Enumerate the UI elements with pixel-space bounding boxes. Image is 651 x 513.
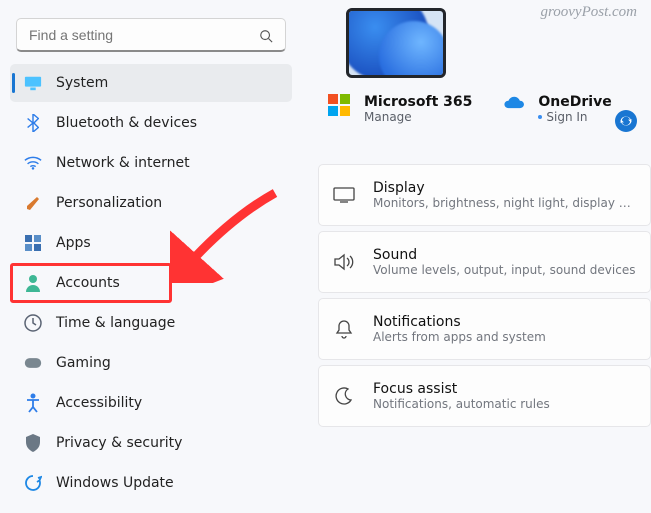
watermark: groovyPost.com [540, 4, 637, 21]
shield-icon [24, 434, 42, 452]
person-icon [24, 274, 42, 292]
card-title: Focus assist [373, 381, 550, 397]
monitor-icon [24, 74, 42, 92]
sidebar-item-label: System [56, 75, 108, 91]
onedrive-icon [502, 94, 528, 120]
main-panel: groovyPost.com Microsoft 365 Manage OneD… [310, 0, 651, 513]
display-icon [333, 184, 355, 206]
sidebar: System Bluetooth & devices Network & inter… [0, 0, 298, 513]
sidebar-item-network-internet[interactable]: Network & internet [10, 144, 292, 182]
sidebar-item-time-language[interactable]: Time & language [10, 304, 292, 342]
clock-globe-icon [24, 314, 42, 332]
sidebar-item-label: Accessibility [56, 395, 142, 411]
microsoft-365-sub: Manage [364, 110, 472, 124]
sidebar-item-privacy-security[interactable]: Privacy & security [10, 424, 292, 462]
sidebar-item-accounts[interactable]: Accounts [10, 264, 292, 302]
sidebar-item-label: Accounts [56, 275, 120, 291]
notifications-icon [333, 318, 355, 340]
sidebar-item-label: Apps [56, 235, 91, 251]
sidebar-item-label: Bluetooth & devices [56, 115, 197, 131]
sidebar-item-label: Privacy & security [56, 435, 182, 451]
sidebar-item-accessibility[interactable]: Accessibility [10, 384, 292, 422]
profile-picture[interactable] [346, 8, 446, 78]
sound-icon [333, 251, 355, 273]
sidebar-item-label: Time & language [56, 315, 175, 331]
card-subtitle: Volume levels, output, input, sound devi… [373, 263, 635, 277]
card-title: Sound [373, 247, 635, 263]
search-box[interactable] [16, 18, 286, 52]
services-row: Microsoft 365 Manage OneDrive Sign In [328, 94, 651, 124]
card-title: Notifications [373, 314, 546, 330]
sidebar-item-label: Windows Update [56, 475, 174, 491]
brush-icon [24, 194, 42, 212]
sidebar-item-label: Personalization [56, 195, 162, 211]
microsoft-365-tile[interactable]: Microsoft 365 Manage [328, 94, 472, 124]
sidebar-item-system[interactable]: System [10, 64, 292, 102]
sidebar-item-bluetooth-devices[interactable]: Bluetooth & devices [10, 104, 292, 142]
sidebar-item-windows-update[interactable]: Windows Update [10, 464, 292, 502]
card-notifications[interactable]: NotificationsAlerts from apps and system [318, 298, 651, 360]
card-display[interactable]: DisplayMonitors, brightness, night light… [318, 164, 651, 226]
search-input[interactable] [29, 27, 259, 43]
sidebar-item-personalization[interactable]: Personalization [10, 184, 292, 222]
onedrive-sub: Sign In [538, 110, 611, 124]
card-subtitle: Alerts from apps and system [373, 330, 546, 344]
bluetooth-icon [24, 114, 42, 132]
sidebar-item-label: Gaming [56, 355, 111, 371]
system-cards: DisplayMonitors, brightness, night light… [310, 164, 651, 427]
sidebar-nav: System Bluetooth & devices Network & inter… [10, 64, 292, 502]
microsoft-365-icon [328, 94, 354, 120]
apps-icon [24, 234, 42, 252]
focus-assist-icon [333, 385, 355, 407]
onedrive-title: OneDrive [538, 94, 611, 110]
card-sound[interactable]: SoundVolume levels, output, input, sound… [318, 231, 651, 293]
card-subtitle: Notifications, automatic rules [373, 397, 550, 411]
search-icon [259, 28, 273, 42]
sidebar-item-label: Network & internet [56, 155, 190, 171]
card-subtitle: Monitors, brightness, night light, displ… [373, 196, 636, 210]
card-focus-assist[interactable]: Focus assistNotifications, automatic rul… [318, 365, 651, 427]
sidebar-item-gaming[interactable]: Gaming [10, 344, 292, 382]
microsoft-365-title: Microsoft 365 [364, 94, 472, 110]
accessibility-icon [24, 394, 42, 412]
onedrive-tile[interactable]: OneDrive Sign In [502, 94, 611, 124]
sync-icon[interactable] [615, 110, 637, 132]
wifi-icon [24, 154, 42, 172]
gamepad-icon [24, 354, 42, 372]
card-title: Display [373, 180, 636, 196]
sidebar-item-apps[interactable]: Apps [10, 224, 292, 262]
update-icon [24, 474, 42, 492]
